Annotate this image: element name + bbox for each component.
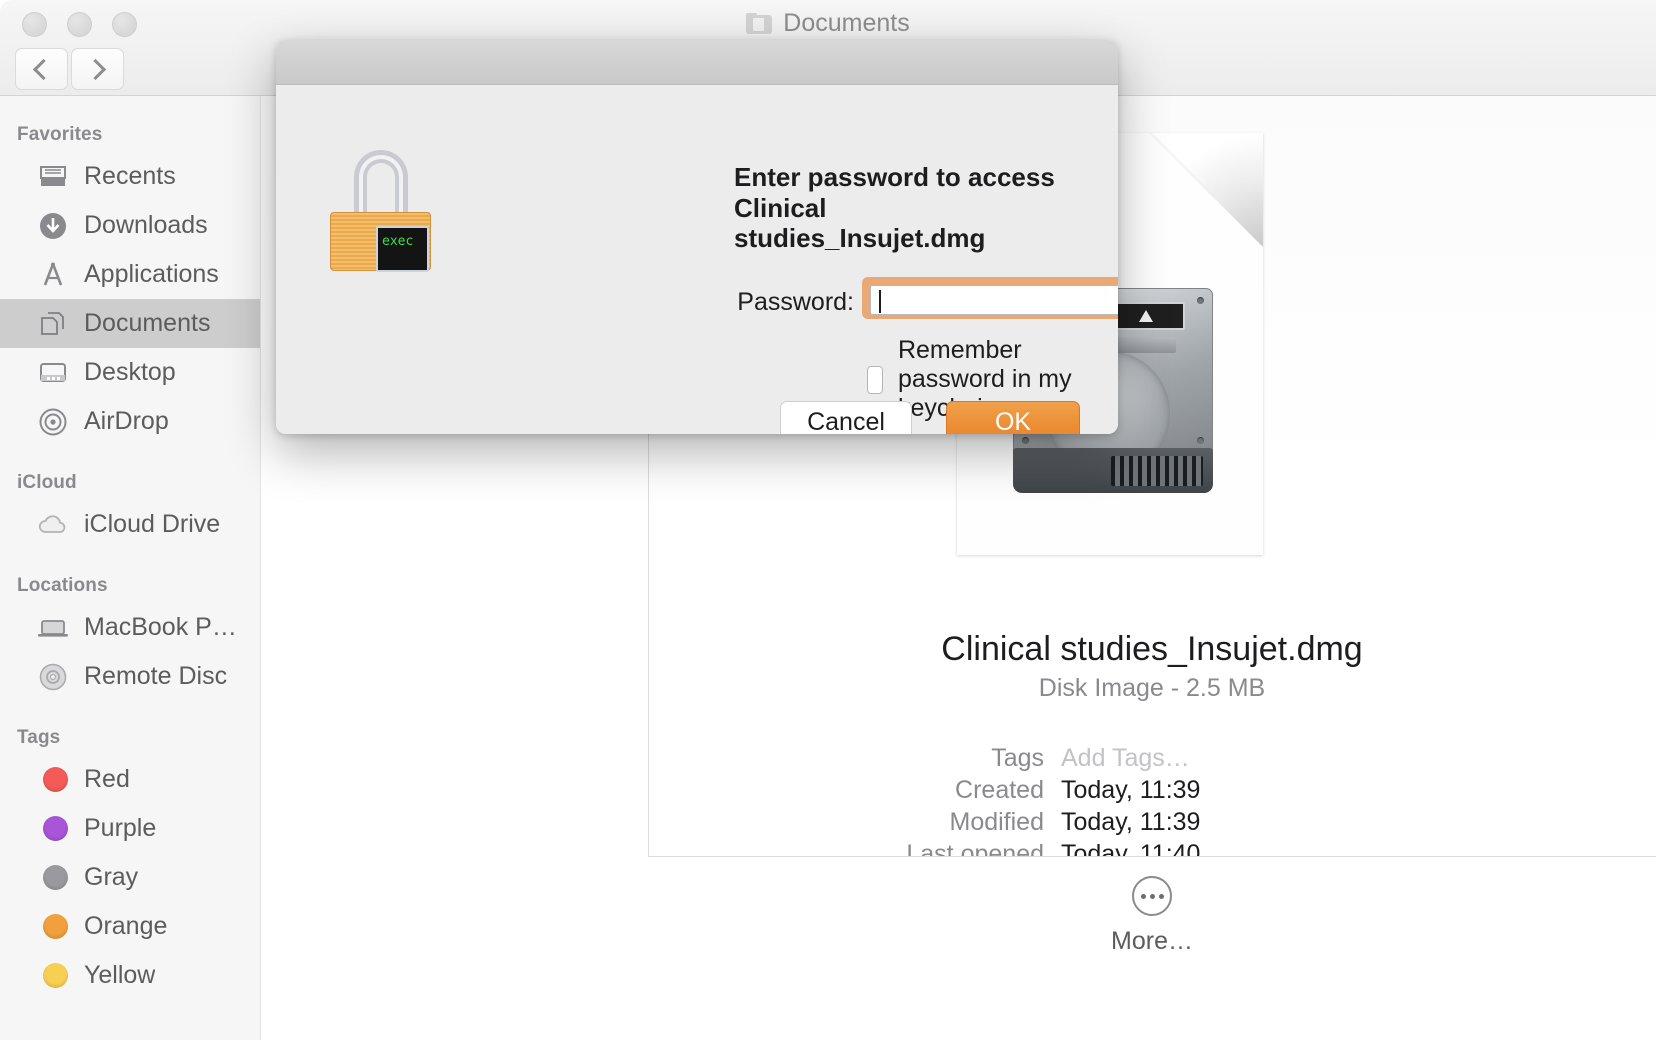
more-section[interactable]: More… [648,876,1656,956]
info-value: Today, 11:39 [1061,808,1201,836]
password-input[interactable] [870,285,1118,315]
back-button[interactable] [15,48,68,90]
info-key: Created [955,776,1044,804]
padlock-exec-icon: exec [330,150,431,272]
sidebar-header-tags: Tags [17,727,61,748]
dialog-body: exec Enter password to access Clinical s… [276,86,1118,434]
tag-dot-icon [36,959,70,993]
tag-dot-icon [36,763,70,797]
password-label: Password: [737,288,854,316]
info-value: Today, 11:39 [1061,776,1201,804]
window-title-label: Documents [783,8,910,37]
password-dialog: exec Enter password to access Clinical s… [276,40,1118,434]
sidebar-tag-orange[interactable]: Orange [0,902,260,951]
exec-badge-text: exec [382,234,414,249]
more-label: More… [1111,927,1193,955]
download-arrow-icon [36,209,70,243]
applications-icon [36,258,70,292]
sidebar-item-icloud-drive[interactable]: iCloud Drive [0,500,260,549]
disc-icon [36,660,70,694]
chevron-right-icon [84,58,107,80]
sidebar-item-label: Gray [84,863,139,891]
dialog-titlebar [276,40,1118,85]
file-kind-size: Disk Image - 2.5 MB [1038,674,1266,702]
sidebar-item-label: Yellow [84,961,156,989]
sidebar-item-label: iCloud Drive [84,510,221,538]
cloud-icon [36,508,70,542]
dialog-buttons: Cancel OK [276,401,1118,434]
password-focus-ring [862,277,1118,319]
sidebar-item-label: Red [84,765,130,793]
airdrop-icon [36,405,70,439]
laptop-icon [36,611,70,645]
sidebar-item-remote-disc[interactable]: Remote Disc [0,652,260,701]
sidebar-header-locations: Locations [17,575,108,596]
navigation-buttons[interactable] [15,48,124,90]
window-title: Documents [0,6,1656,40]
forward-button[interactable] [71,48,124,90]
sidebar-header-icloud: iCloud [17,472,77,493]
sidebar-item-label: Desktop [84,358,176,386]
text-caret [879,290,881,313]
remember-password-checkbox[interactable] [867,365,883,394]
sidebar-tag-yellow[interactable]: Yellow [0,951,260,1000]
sidebar-item-label: MacBook P… [84,613,237,641]
sidebar-item-documents[interactable]: Documents [0,299,260,348]
sidebar-item-applications[interactable]: Applications [0,250,260,299]
sidebar-item-label: Applications [84,260,219,288]
info-row-tags: Tags Add Tags… [648,744,1656,776]
info-row-last-opened: Last opened Today, 11:40 [648,840,1656,856]
sidebar-item-label: Purple [84,814,157,842]
warning-triangle-icon [1139,310,1153,322]
ok-button[interactable]: OK [946,401,1080,434]
sidebar-item-label: Documents [84,309,211,337]
cancel-button[interactable]: Cancel [780,401,912,434]
sidebar-item-label: Remote Disc [84,662,228,690]
sidebar-item-label: AirDrop [84,407,169,435]
info-row-modified: Modified Today, 11:39 [648,808,1656,840]
info-row-created: Created Today, 11:39 [648,776,1656,808]
desktop-icon [36,356,70,390]
chevron-left-icon [32,58,55,80]
file-info-list: Tags Add Tags… Created Today, 11:39 Modi… [648,744,1656,856]
info-divider [648,856,1656,857]
sidebar-item-recents[interactable]: Recents [0,152,260,201]
hard-drive-vents [1111,456,1203,486]
sidebar[interactable]: Favorites Recents Downloads Applications [0,96,261,1040]
warning-label [1107,302,1185,330]
sidebar-item-airdrop[interactable]: AirDrop [0,397,260,446]
ellipsis-circle-icon[interactable] [1132,876,1172,916]
documents-icon [36,307,70,341]
sidebar-header-favorites: Favorites [17,124,103,145]
clock-tray-icon [36,160,70,194]
sidebar-item-label: Orange [84,912,168,940]
sidebar-item-label: Recents [84,162,176,190]
sidebar-tag-purple[interactable]: Purple [0,804,260,853]
tag-dot-icon [36,910,70,944]
add-tags-field[interactable]: Add Tags… [1061,744,1190,773]
screen: Clinical studies_Insujet.dmg Disk Image … [0,0,1656,1040]
sidebar-item-downloads[interactable]: Downloads [0,201,260,250]
exec-terminal-badge: exec [376,226,429,272]
padlock-shackle-highlight [359,155,403,217]
hard-drive-base [1013,448,1213,493]
dialog-heading: Enter password to access Clinical studie… [734,162,1055,254]
info-key: Modified [949,808,1045,836]
info-key: Tags [991,744,1044,772]
sidebar-item-desktop[interactable]: Desktop [0,348,260,397]
info-value: Today, 11:40 [1061,840,1201,856]
sidebar-item-macbook-pro[interactable]: MacBook P… [0,603,260,652]
tag-dot-icon [36,812,70,846]
folder-icon [746,12,773,34]
sidebar-tag-gray[interactable]: Gray [0,853,260,902]
tag-dot-icon [36,861,70,895]
info-key: Last opened [906,840,1044,856]
file-name: Clinical studies_Insujet.dmg [941,630,1363,668]
sidebar-item-label: Downloads [84,211,208,239]
sidebar-tag-red[interactable]: Red [0,755,260,804]
